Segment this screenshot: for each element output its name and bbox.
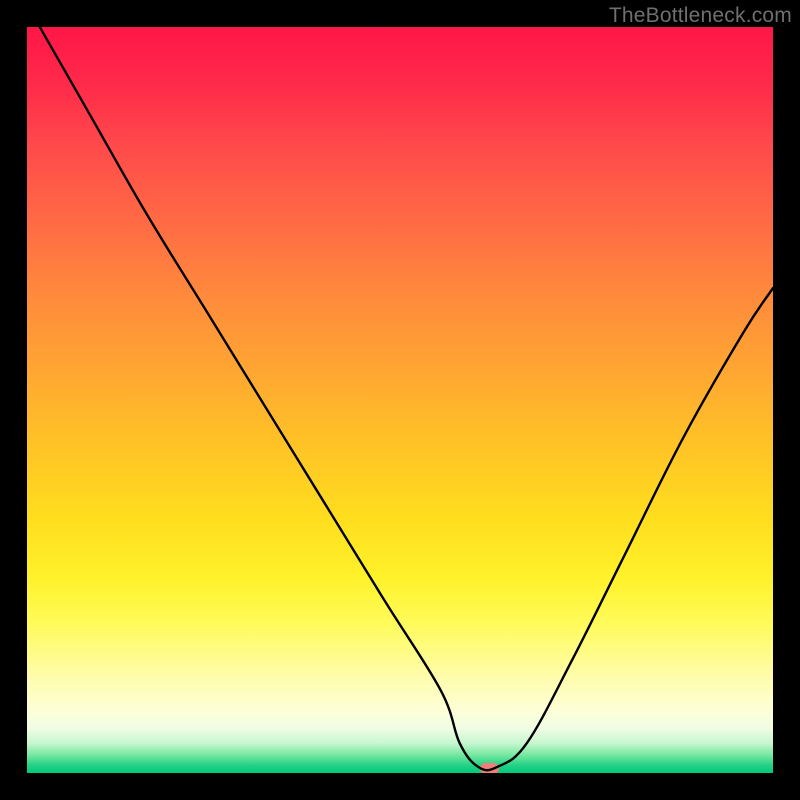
chart-frame: TheBottleneck.com bbox=[0, 0, 800, 800]
plot-area bbox=[27, 27, 773, 773]
bottleneck-curve bbox=[27, 27, 773, 773]
watermark-text: TheBottleneck.com bbox=[609, 4, 792, 28]
